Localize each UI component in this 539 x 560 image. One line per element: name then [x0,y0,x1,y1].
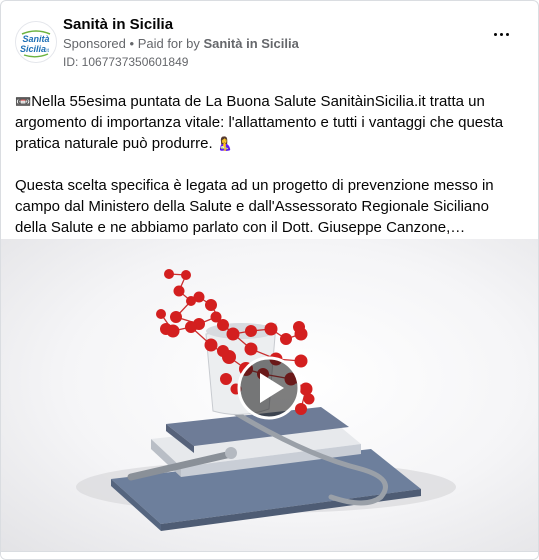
video-thumbnail [76,269,456,531]
logo-line2: Sicilia [20,44,46,54]
post-header: Sanità Sicilia .it Sanità in Sicilia Spo… [15,15,524,75]
post-body: 📼Nella 55esima puntata de La Buona Salut… [15,91,520,238]
sanita-logo-icon: Sanità Sicilia .it [16,22,56,62]
ad-id: ID: 1067737350601849 [63,55,189,69]
card-footer-divider [1,551,538,559]
breastfeeding-icon: 🤱 [216,136,233,151]
paragraph-1-text: Nella 55esima puntata de La Buona Salute… [15,93,504,152]
paragraph-1: 📼Nella 55esima puntata de La Buona Salut… [15,91,520,154]
sponsored-label: Sponsored [63,36,126,51]
logo-line1: Sanità [22,34,49,44]
paragraph-2[interactable]: Questa scelta specifica è legata ad un p… [15,175,520,238]
more-options-button[interactable] [494,27,514,41]
paid-for-prefix: Paid for by [137,36,200,51]
play-button[interactable] [237,356,301,420]
ad-card: Sanità Sicilia .it Sanità in Sicilia Spo… [0,0,539,560]
paid-for-name[interactable]: Sanità in Sicilia [203,36,298,51]
more-options-icon [494,33,497,36]
video-camera-icon: 📼 [15,94,32,109]
page-avatar[interactable]: Sanità Sicilia .it [15,21,57,63]
page-name[interactable]: Sanità in Sicilia [63,16,173,33]
logo-suffix: .it [45,48,50,54]
sponsored-meta: Sponsored • Paid for by Sanità in Sicili… [63,36,299,51]
video-media[interactable] [1,239,538,551]
